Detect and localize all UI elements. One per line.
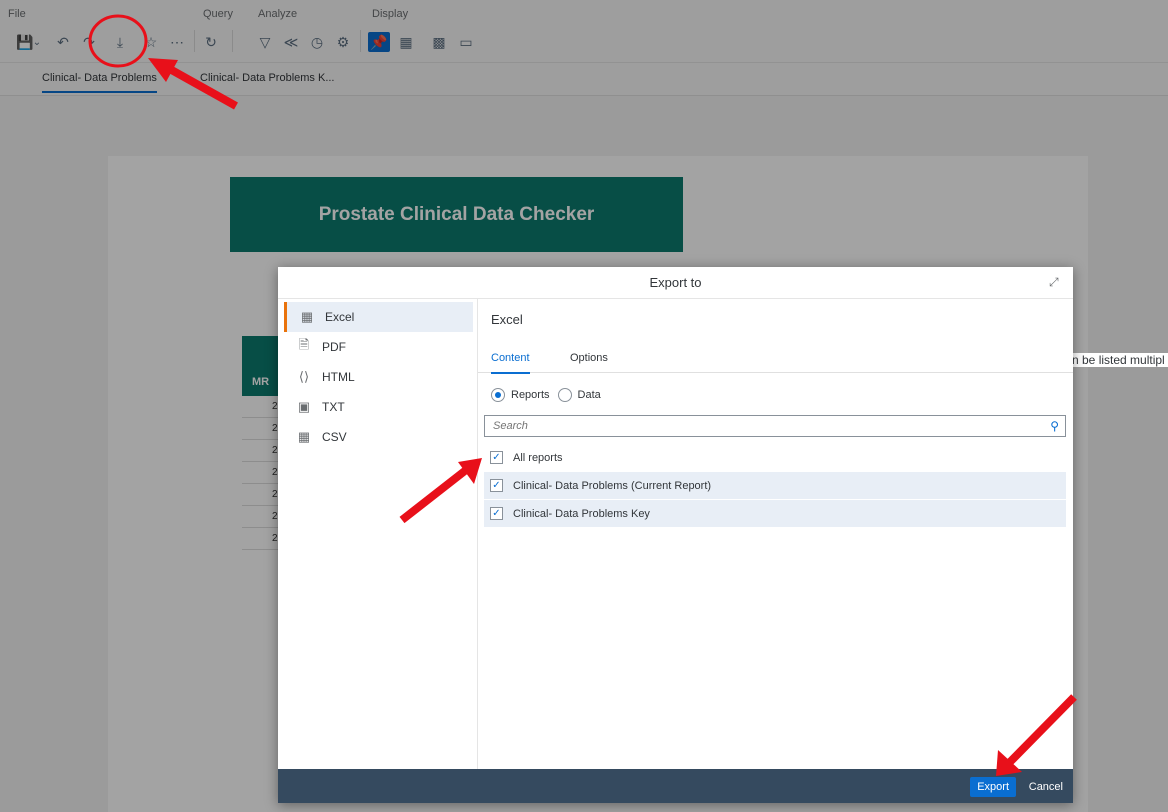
checkbox-all-reports[interactable]: ✓ — [490, 451, 503, 464]
cancel-button[interactable]: Cancel — [1029, 777, 1063, 797]
list-item-current-report[interactable]: ✓ Clinical- Data Problems (Current Repor… — [484, 472, 1066, 500]
tab-options[interactable]: Options — [570, 352, 608, 364]
radio-reports[interactable] — [491, 388, 505, 402]
dialog-footer: Export Cancel — [278, 769, 1073, 803]
expand-icon[interactable]: ⤢ — [1049, 275, 1063, 289]
format-label: HTML — [322, 370, 355, 384]
search-icon[interactable]: ⚲ — [1050, 419, 1059, 433]
list-item-label: Clinical- Data Problems Key — [513, 507, 650, 520]
spreadsheet-icon: ▦ — [300, 309, 314, 324]
format-label: Excel — [325, 310, 355, 324]
checkbox-data-problems-key[interactable]: ✓ — [490, 507, 503, 520]
list-item-data-problems-key[interactable]: ✓ Clinical- Data Problems Key — [484, 500, 1066, 528]
dialog-title: Export to — [649, 275, 702, 290]
radio-data[interactable] — [557, 388, 572, 402]
radio-data-label: Data — [577, 389, 601, 401]
checkbox-current-report[interactable]: ✓ — [490, 479, 503, 492]
export-scope-radios: Reports Data — [491, 388, 601, 402]
html-file-icon: ⟨⟩ — [298, 369, 310, 384]
format-item-excel[interactable]: ▦ Excel — [284, 302, 473, 332]
radio-reports-label: Reports — [511, 389, 550, 401]
export-button[interactable]: Export — [970, 777, 1016, 797]
format-item-txt[interactable]: ▣ TXT — [284, 392, 470, 422]
format-label: PDF — [322, 340, 346, 354]
report-side-note: n be listed multipl — [1068, 353, 1168, 367]
text-file-icon: ▣ — [297, 399, 311, 414]
format-item-pdf[interactable]: 🗎 PDF — [284, 332, 470, 362]
search-input[interactable] — [491, 416, 1035, 436]
export-options-pane: Excel Content Options Reports Data ⚲ ✓ A… — [478, 298, 1073, 769]
format-item-csv[interactable]: ▦ CSV — [284, 422, 470, 452]
tab-content[interactable]: Content — [491, 352, 530, 374]
pane-title: Excel — [491, 312, 523, 327]
export-dialog: Export to ⤢ ▦ Excel 🗎 PDF ⟨⟩ HTML ▣ TXT … — [278, 267, 1073, 803]
report-list: ✓ All reports ✓ Clinical- Data Problems … — [484, 444, 1066, 528]
format-item-html[interactable]: ⟨⟩ HTML — [284, 362, 470, 392]
search-box: ⚲ — [484, 415, 1066, 437]
list-item-label: All reports — [513, 451, 563, 464]
format-label: CSV — [322, 430, 347, 444]
format-list: ▦ Excel 🗎 PDF ⟨⟩ HTML ▣ TXT ▦ CSV — [278, 298, 478, 769]
format-label: TXT — [322, 400, 345, 414]
list-item-label: Clinical- Data Problems (Current Report) — [513, 479, 712, 492]
list-item-all-reports[interactable]: ✓ All reports — [484, 444, 1066, 472]
pdf-file-icon: 🗎 — [298, 337, 310, 352]
dialog-header: Export to ⤢ — [278, 267, 1073, 299]
csv-file-icon: ▦ — [297, 429, 311, 444]
content-tabs: Content Options — [478, 342, 1073, 374]
